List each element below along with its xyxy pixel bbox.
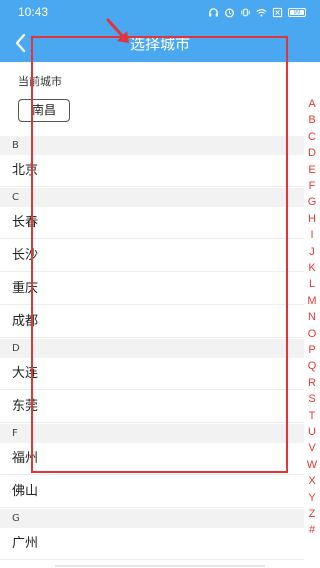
index-letter-z[interactable]: Z xyxy=(304,507,320,521)
index-letter-t[interactable]: T xyxy=(304,409,320,423)
index-letter-n[interactable]: N xyxy=(304,310,320,324)
index-letter-g[interactable]: G xyxy=(304,195,320,209)
alarm-icon xyxy=(225,8,234,17)
index-letter-y[interactable]: Y xyxy=(304,491,320,505)
status-time: 10:43 xyxy=(18,5,49,19)
city-item-guangzhou[interactable]: 广州 xyxy=(0,528,304,560)
headset-icon xyxy=(209,7,218,17)
index-letter-r[interactable]: R xyxy=(304,376,320,390)
index-letter-c[interactable]: C xyxy=(304,130,320,144)
index-letter-k[interactable]: K xyxy=(304,261,320,275)
index-letter-s[interactable]: S xyxy=(304,392,320,406)
index-letter-w[interactable]: W xyxy=(304,458,320,472)
city-item-foshan[interactable]: 佛山 xyxy=(0,476,304,508)
section-header-g: G xyxy=(0,509,304,528)
index-letter-u[interactable]: U xyxy=(304,425,320,439)
index-letter-p[interactable]: P xyxy=(304,343,320,357)
list-bottom-divider xyxy=(55,565,265,567)
index-letter-i[interactable]: I xyxy=(304,228,320,242)
index-letter-hash[interactable]: # xyxy=(304,523,320,537)
index-letter-o[interactable]: O xyxy=(304,327,320,341)
annotation-arrow-icon xyxy=(106,18,129,43)
index-letter-b[interactable]: B xyxy=(304,113,320,127)
index-letter-q[interactable]: Q xyxy=(304,359,320,373)
index-letter-a[interactable]: A xyxy=(304,97,320,111)
index-letter-f[interactable]: F xyxy=(304,179,320,193)
sim-x-icon xyxy=(272,7,283,17)
index-letter-m[interactable]: M xyxy=(304,294,320,308)
battery-level: 99 xyxy=(293,9,301,16)
index-letter-j[interactable]: J xyxy=(304,245,320,259)
index-letter-e[interactable]: E xyxy=(304,163,320,177)
battery-icon: 99 xyxy=(288,7,306,17)
status-icons: 99 xyxy=(208,4,306,20)
index-letter-v[interactable]: V xyxy=(304,441,320,455)
status-bar: 10:43 99 xyxy=(0,0,320,24)
vibrate-icon xyxy=(241,8,250,16)
index-letter-h[interactable]: H xyxy=(304,212,320,226)
annotation-highlight-box xyxy=(31,36,288,473)
index-letter-x[interactable]: X xyxy=(304,474,320,488)
index-letter-d[interactable]: D xyxy=(304,146,320,160)
wifi-icon xyxy=(256,8,267,17)
index-letter-l[interactable]: L xyxy=(304,277,320,291)
